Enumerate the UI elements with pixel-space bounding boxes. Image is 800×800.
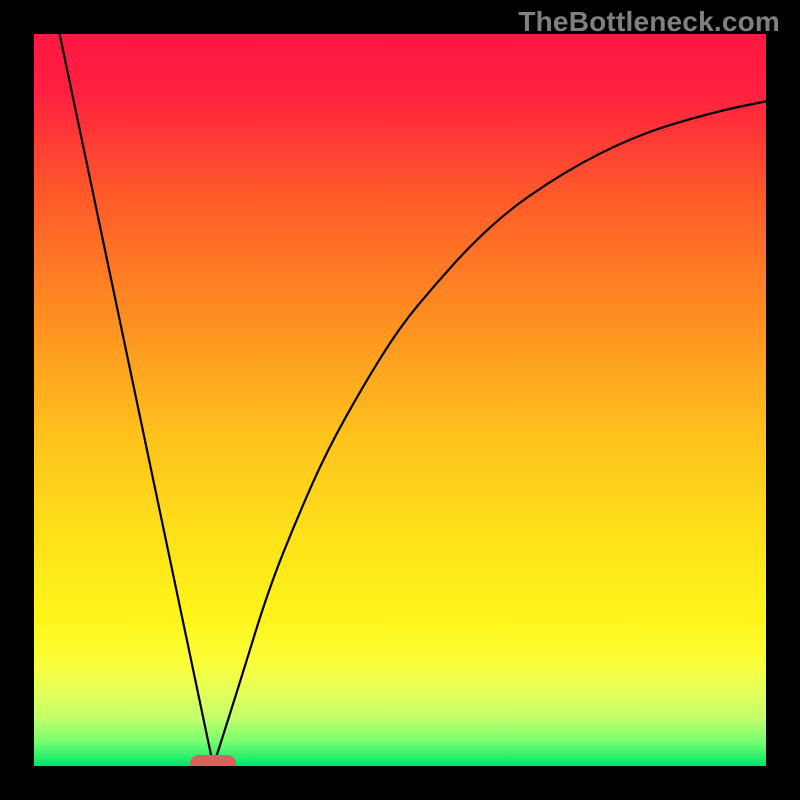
bottleneck-curve	[34, 34, 766, 766]
chart-frame: TheBottleneck.com	[0, 0, 800, 800]
plot-area	[34, 34, 766, 766]
optimal-point-marker	[190, 755, 236, 766]
